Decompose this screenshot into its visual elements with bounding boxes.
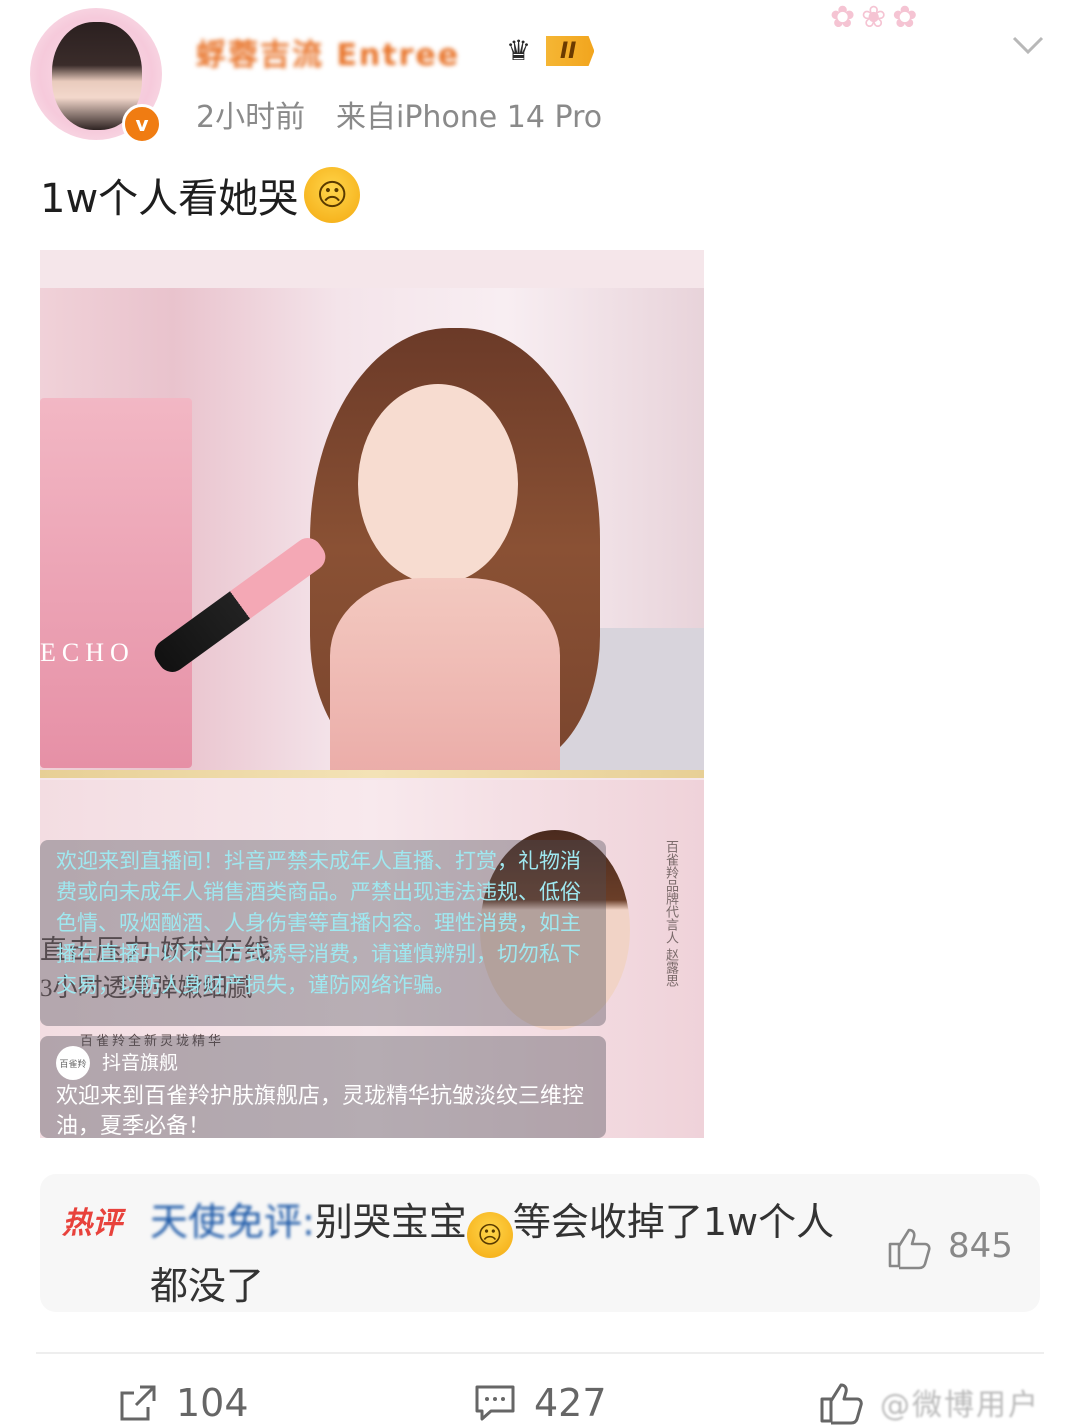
livestream-screenshot: 百雀羚品牌代言人 赵露思 直击压力 娇护在线 3小时透亮弹嫩细腻 欢迎来到直播间… xyxy=(40,780,704,1138)
comment-button[interactable]: 427 xyxy=(474,1378,607,1428)
crown-icon: ♛ xyxy=(506,34,532,67)
like-icon xyxy=(820,1383,863,1425)
signature: 百雀羚品牌代言人 赵露思 xyxy=(663,840,678,988)
hot-comment-part1: 别哭宝宝 xyxy=(314,1200,467,1244)
hot-comment-text: 天使免评:别哭宝宝 ☹ 等会收掉了1w个人都没了 xyxy=(150,1194,840,1314)
comment-count: 427 xyxy=(534,1381,607,1425)
hot-comment-label: 热评 xyxy=(62,1206,122,1241)
level-label: II xyxy=(546,36,595,66)
level-badge[interactable]: ♛ II xyxy=(506,32,595,70)
hot-comment[interactable]: 热评 天使免评:别哭宝宝 ☹ 等会收掉了1w个人都没了 845 xyxy=(40,1174,1040,1312)
shop-description: 欢迎来到百雀羚护肤旗舰店，灵珑精华抗皱淡纹三维控油，夏季必备！ xyxy=(56,1084,585,1138)
post-image[interactable]: ECHO 百雀羚品牌代言人 赵露思 直击压力 娇护在线 3小时透亮弹嫩细腻 欢迎… xyxy=(40,250,704,1138)
thumbs-up-icon[interactable] xyxy=(886,1226,932,1270)
like-button[interactable] xyxy=(818,1378,864,1428)
post-time: 2小时前 xyxy=(196,100,306,135)
crying-photo: ECHO xyxy=(40,288,704,772)
dress xyxy=(330,578,560,772)
hot-comment-user[interactable]: 天使免评: xyxy=(150,1200,315,1244)
product-bottle xyxy=(40,398,192,768)
chevron-down-icon[interactable] xyxy=(1006,22,1050,66)
post-text: 1w个人看她哭 ☹ xyxy=(40,166,361,224)
post-text-content: 1w个人看她哭 xyxy=(40,176,299,222)
shop-logo: 百雀羚 xyxy=(56,1046,90,1080)
divider-line xyxy=(40,770,704,778)
watermark: @微博用户 xyxy=(880,1388,1040,1423)
sad-face-icon: ☹ xyxy=(466,1212,513,1258)
notice-text: 欢迎来到直播间！抖音严禁未成年人直播、打赏，礼物消费或向未成年人销售酒类商品。严… xyxy=(56,849,581,997)
bottle-label: ECHO xyxy=(40,638,135,667)
hot-comment-like-count: 845 xyxy=(948,1226,1013,1266)
username[interactable]: 蜉蓉吉流 Entree xyxy=(196,30,460,74)
avatar[interactable]: v xyxy=(30,8,162,144)
comment-icon xyxy=(475,1385,515,1421)
crying-face-icon: ☹ xyxy=(304,167,361,223)
divider xyxy=(36,1352,1044,1354)
face xyxy=(358,384,518,584)
repost-icon xyxy=(120,1385,156,1421)
verified-badge-icon: v xyxy=(122,104,162,144)
repost-button[interactable]: 104 xyxy=(118,1378,249,1428)
decoration-icon: ✿❀✿ xyxy=(830,0,924,35)
repost-count: 104 xyxy=(176,1381,249,1425)
post-source: 来自iPhone 14 Pro xyxy=(336,100,603,135)
shop-tag: 抖音旗舰 xyxy=(102,1052,179,1074)
